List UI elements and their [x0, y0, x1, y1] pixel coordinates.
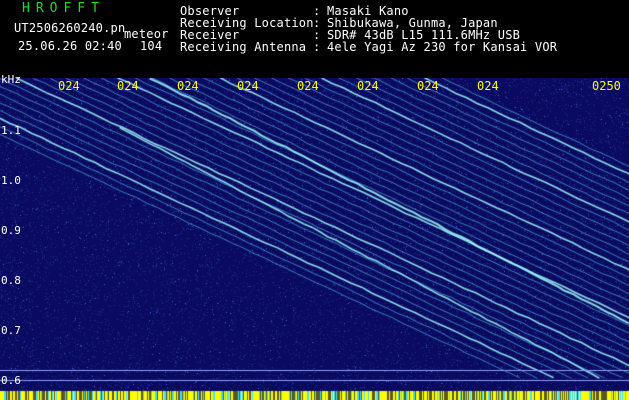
antenna-separator: :: [313, 40, 321, 54]
detection-count: 104: [140, 39, 163, 53]
y-tick-label: 1.0: [1, 174, 21, 187]
y-tick-label: 0.7: [1, 324, 21, 337]
x-tick-label: 024: [477, 79, 499, 93]
x-tick-label: 0250: [592, 79, 621, 93]
y-tick-label: 0.9: [1, 224, 21, 237]
y-tick-label: 0.8: [1, 274, 21, 287]
x-tick-label: 024: [58, 79, 80, 93]
app-name: HROFFT: [22, 1, 105, 16]
antenna-value: 4ele Yagi Az 230 for Kansai VOR: [327, 40, 558, 54]
x-tick-label: 024: [177, 79, 199, 93]
file-name: UT2506260240.pn: [14, 21, 126, 35]
x-tick-label: 024: [357, 79, 379, 93]
date-time: 25.06.26 02:40: [18, 39, 122, 53]
x-tick-label: 024: [237, 79, 259, 93]
x-tick-label: 024: [297, 79, 319, 93]
antenna-label: Receiving Antenna: [180, 40, 307, 54]
spectrogram-display: [0, 78, 629, 400]
x-tick-label: 024: [417, 79, 439, 93]
y-tick-label: 0.6: [1, 374, 21, 387]
frequency-unit-label: kHz: [1, 73, 21, 86]
header-panel: HROFFT UT2506260240.pn meteor 25.06.26 0…: [0, 0, 629, 78]
y-tick-label: 1.1: [1, 124, 21, 137]
x-tick-label: 024: [117, 79, 139, 93]
